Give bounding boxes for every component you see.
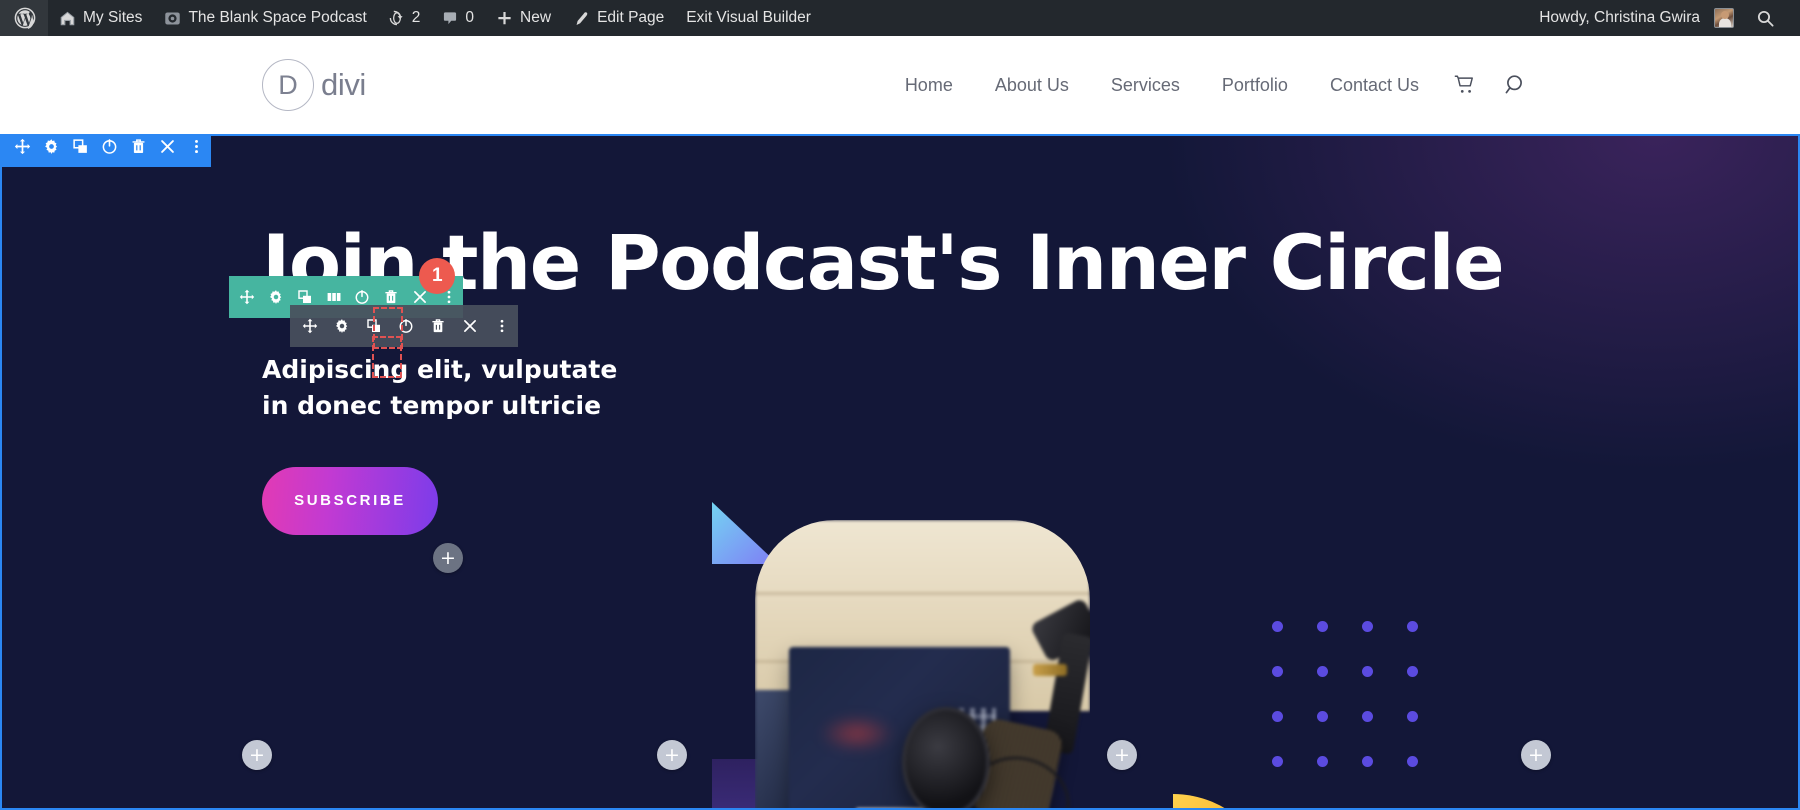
- move-icon[interactable]: [233, 276, 262, 318]
- pencil-icon: [573, 10, 590, 27]
- admin-bar-label: The Blank Space Podcast: [188, 9, 367, 26]
- duplicate-icon[interactable]: [358, 305, 390, 347]
- add-module-inline[interactable]: +: [433, 543, 463, 573]
- move-icon[interactable]: [294, 305, 326, 347]
- nav-item-home[interactable]: Home: [884, 75, 974, 96]
- power-icon[interactable]: [390, 305, 422, 347]
- search-icon[interactable]: [1490, 73, 1542, 97]
- add-module-photo[interactable]: +: [1107, 740, 1137, 770]
- nav-item-about-us[interactable]: About Us: [974, 75, 1090, 96]
- admin-bar-label: Exit Visual Builder: [686, 9, 811, 26]
- admin-bar-item-revisions[interactable]: 2: [378, 0, 432, 36]
- photo-content: [755, 520, 1090, 810]
- site-icon: [164, 10, 181, 27]
- site-header: D divi Home About Us Services Portfolio …: [0, 36, 1800, 134]
- shopping-cart-icon[interactable]: [1440, 74, 1490, 96]
- admin-bar-account[interactable]: Howdy, Christina Gwira: [1528, 0, 1745, 36]
- nav-item-contact-us[interactable]: Contact Us: [1309, 75, 1440, 96]
- howdy-label: Howdy, Christina Gwira: [1539, 9, 1700, 26]
- site-logo-text: divi: [321, 67, 366, 102]
- avatar: [1714, 8, 1734, 28]
- admin-bar-item-comments[interactable]: 0: [431, 0, 485, 36]
- admin-bar-item-my-sites[interactable]: My Sites: [48, 0, 153, 36]
- admin-bar-label: Edit Page: [597, 9, 665, 26]
- decorative-yellow-semicircle: [1173, 794, 1275, 810]
- wordpress-admin-bar: My Sites The Blank Space Podcast 2 0 New: [0, 0, 1800, 36]
- comment-icon: [442, 10, 458, 26]
- admin-bar-item-exit-visual-builder[interactable]: Exit Visual Builder: [675, 0, 822, 36]
- close-icon[interactable]: [454, 305, 486, 347]
- hero-body-text: Adipiscing elit, vulputate in donec temp…: [262, 355, 618, 421]
- nav-item-portfolio[interactable]: Portfolio: [1201, 75, 1309, 96]
- kebab-icon[interactable]: [486, 305, 518, 347]
- subscribe-button[interactable]: SUBSCRIBE: [262, 466, 438, 535]
- plus-icon: [496, 10, 513, 27]
- admin-bar-label: My Sites: [83, 9, 143, 26]
- nav-item-services[interactable]: Services: [1090, 75, 1201, 96]
- hero-section[interactable]: Join the Podcast's Inner Circle Adipisci…: [0, 134, 1800, 810]
- search-icon: [1756, 9, 1775, 28]
- revision-icon: [389, 10, 405, 26]
- add-module-right[interactable]: +: [1521, 740, 1551, 770]
- row-index-badge: 1: [419, 258, 456, 294]
- divi-logo-icon: D: [262, 59, 314, 111]
- admin-bar-item-site-name[interactable]: The Blank Space Podcast: [153, 0, 377, 36]
- add-module-left[interactable]: +: [242, 740, 272, 770]
- decorative-dot-grid: [1272, 621, 1452, 801]
- trash-icon[interactable]: [422, 305, 454, 347]
- site-logo[interactable]: D divi: [262, 59, 366, 111]
- primary-navigation: Home About Us Services Portfolio Contact…: [884, 73, 1800, 97]
- admin-bar-item-edit-page[interactable]: Edit Page: [562, 0, 675, 36]
- admin-bar-label: 0: [465, 9, 475, 26]
- admin-bar-label: 2: [411, 9, 421, 26]
- sites-icon: [59, 10, 76, 27]
- podcast-photo[interactable]: [755, 520, 1090, 810]
- wordpress-logo-icon: [14, 7, 36, 29]
- wordpress-logo-button[interactable]: [0, 0, 48, 36]
- gear-icon[interactable]: [326, 305, 358, 347]
- module-toolbar[interactable]: [290, 305, 518, 347]
- admin-bar-search-button[interactable]: [1745, 0, 1786, 36]
- admin-bar-item-new[interactable]: New: [485, 0, 562, 36]
- add-module-mid[interactable]: +: [657, 740, 687, 770]
- admin-bar-label: New: [520, 9, 552, 26]
- gear-icon[interactable]: [262, 276, 291, 318]
